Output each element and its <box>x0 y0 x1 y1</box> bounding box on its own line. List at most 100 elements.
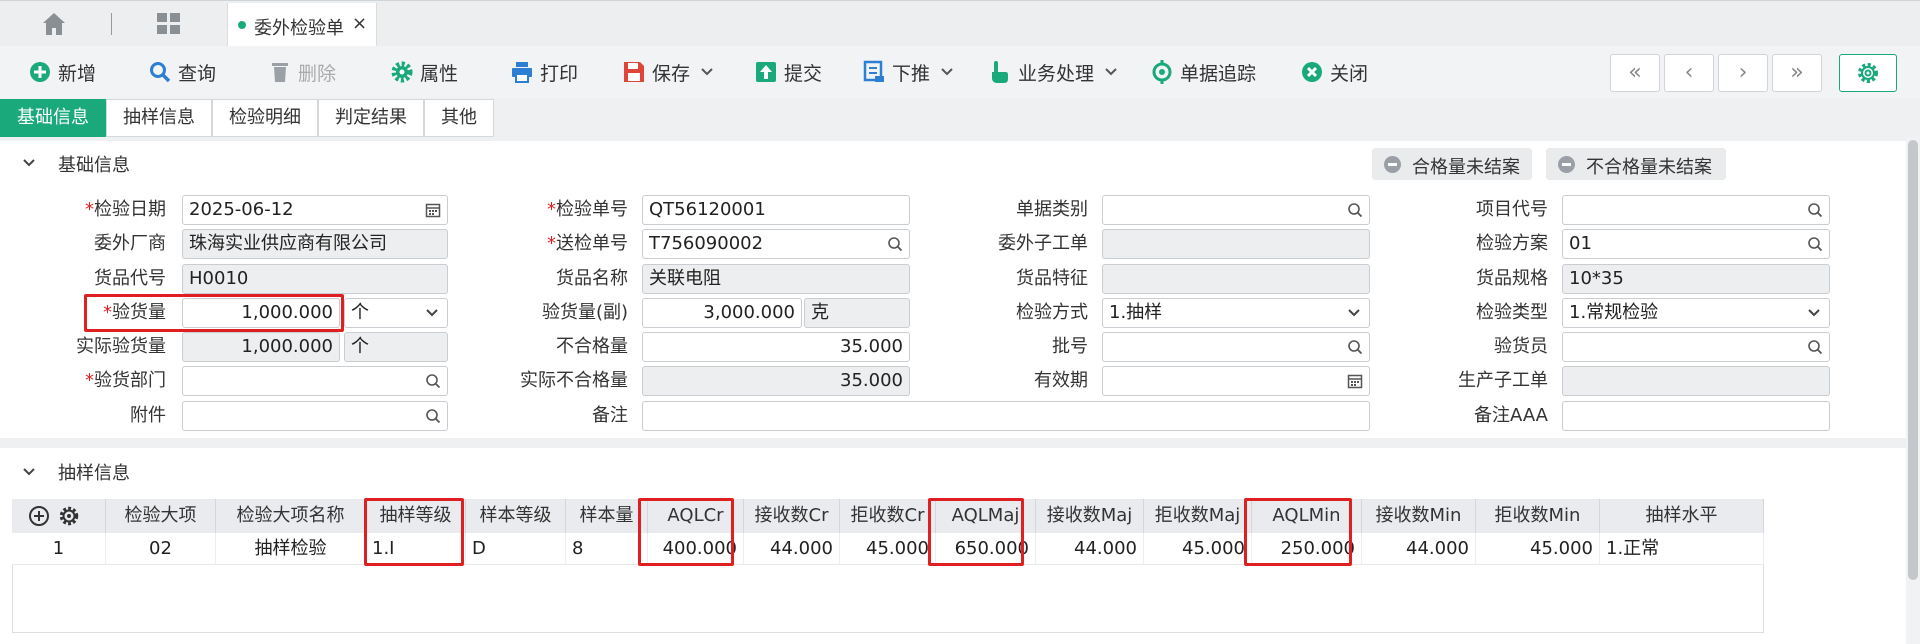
inspect-qty-sub-field[interactable]: 3,000.000 <box>642 298 802 328</box>
close-tab-icon[interactable]: × <box>352 13 367 34</box>
search-icon[interactable] <box>887 236 903 252</box>
search-icon[interactable] <box>1807 202 1823 218</box>
search-icon[interactable] <box>1347 339 1363 355</box>
inspector-label: 验货员 <box>1494 336 1548 357</box>
search-icon[interactable] <box>425 408 441 424</box>
col-header[interactable]: 拒收数Min <box>1476 499 1600 533</box>
scrollbar-thumb[interactable] <box>1908 140 1918 580</box>
prod-work-order-field[interactable] <box>1562 366 1830 396</box>
submit-button[interactable]: 提交 <box>754 58 822 86</box>
properties-button[interactable]: 属性 <box>390 58 458 86</box>
tab-outsourced-inspection[interactable]: 委外检验单 × <box>227 3 377 47</box>
col-header[interactable]: 检验大项名称 <box>216 499 366 533</box>
chevron-down-icon[interactable] <box>22 158 36 168</box>
cell-item-name[interactable]: 抽样检验 <box>216 533 366 565</box>
project-code-field[interactable] <box>1562 195 1830 225</box>
settings-button[interactable] <box>1839 54 1897 92</box>
col-header[interactable]: 检验大项 <box>106 499 216 533</box>
attachment-field[interactable] <box>182 401 448 431</box>
sampling-info-header[interactable]: 抽样信息 <box>0 448 1906 492</box>
actual-qty-unit-field[interactable]: 个 <box>344 332 448 362</box>
calendar-icon[interactable] <box>1347 373 1363 389</box>
calendar-icon[interactable] <box>425 202 441 218</box>
batch-no-field[interactable] <box>1102 332 1370 362</box>
expiry-field[interactable] <box>1102 366 1370 396</box>
cell-acc-cr[interactable]: 44.000 <box>744 533 840 565</box>
pill-ng-qty-open[interactable]: 不合格量未结案 <box>1546 148 1726 180</box>
cell-level[interactable]: 1.正常 <box>1600 533 1764 565</box>
cell-acc-maj[interactable]: 44.000 <box>1036 533 1144 565</box>
gear-icon <box>1858 63 1878 83</box>
inspect-qty-unit-select[interactable]: 个 <box>344 298 448 328</box>
cell-sample-level[interactable]: D <box>466 533 566 565</box>
remark-aaa-field[interactable] <box>1562 401 1830 431</box>
tab-basic-info[interactable]: 基础信息 <box>0 99 106 137</box>
col-header[interactable]: 接收数Maj <box>1036 499 1144 533</box>
pill-ok-qty-open[interactable]: 合格量未结案 <box>1372 148 1532 180</box>
actual-ng-qty-field[interactable]: 35.000 <box>642 366 910 396</box>
cell-acc-min[interactable]: 44.000 <box>1362 533 1476 565</box>
ng-qty-field[interactable]: 35.000 <box>642 332 910 362</box>
close-button[interactable]: 关闭 <box>1300 58 1368 86</box>
inspector-field[interactable] <box>1562 332 1830 362</box>
col-header[interactable]: 拒收数Cr <box>840 499 936 533</box>
cell-rej-cr[interactable]: 45.000 <box>840 533 936 565</box>
scheme-field[interactable]: 01 <box>1562 229 1830 259</box>
chevron-down-icon[interactable] <box>22 467 36 477</box>
col-header[interactable]: 抽样水平 <box>1600 499 1764 533</box>
chevron-down-icon[interactable] <box>940 65 954 79</box>
search-icon[interactable] <box>1807 236 1823 252</box>
search-icon[interactable] <box>425 373 441 389</box>
next-record-button[interactable]: › <box>1718 54 1768 92</box>
search-icon[interactable] <box>1807 339 1823 355</box>
actual-qty-field[interactable]: 1,000.000 <box>182 332 340 362</box>
cell-item[interactable]: 02 <box>106 533 216 565</box>
inspect-no-field[interactable]: QT56120001 <box>642 195 910 225</box>
home-icon[interactable] <box>40 11 68 37</box>
col-header[interactable]: 接收数Min <box>1362 499 1476 533</box>
delete-button[interactable]: 删除 <box>268 58 336 86</box>
doc-type-field[interactable] <box>1102 195 1370 225</box>
active-dot-icon <box>238 21 246 29</box>
cell-sample-size[interactable]: 8 <box>566 533 648 565</box>
tab-sampling-info[interactable]: 抽样信息 <box>106 99 212 137</box>
cell-rej-min[interactable]: 45.000 <box>1476 533 1600 565</box>
inspect-date-field[interactable]: 2025-06-12 <box>182 195 448 225</box>
print-button[interactable]: 打印 <box>510 58 578 86</box>
business-button[interactable]: 业务处理 <box>988 58 1118 86</box>
last-record-button[interactable]: » <box>1772 54 1822 92</box>
col-header[interactable]: 样本量 <box>566 499 648 533</box>
inspect-type-select[interactable]: 1.常规检验 <box>1562 298 1830 328</box>
inspect-qty-sub-unit-field[interactable]: 克 <box>804 298 910 328</box>
item-code-field[interactable]: H0010 <box>182 264 448 294</box>
remark-field[interactable] <box>642 401 1370 431</box>
apps-grid-icon[interactable] <box>156 12 182 36</box>
dept-field[interactable] <box>182 366 448 396</box>
sub-tabs: 基础信息 抽样信息 检验明细 判定结果 其他 <box>0 98 1920 138</box>
search-icon[interactable] <box>1347 202 1363 218</box>
vendor-field[interactable]: 珠海实业供应商有限公司 <box>182 229 448 259</box>
table-row[interactable]: 1 02 抽样检验 1.I D 8 400.000 44.000 45.000 … <box>12 533 1764 565</box>
item-name-field[interactable]: 关联电阻 <box>642 264 910 294</box>
item-feature-field[interactable] <box>1102 264 1370 294</box>
inspect-method-select[interactable]: 1.抽样 <box>1102 298 1370 328</box>
save-button[interactable]: 保存 <box>622 58 714 86</box>
query-button[interactable]: 查询 <box>148 58 216 86</box>
spec-field[interactable]: 10*35 <box>1562 264 1830 294</box>
cell-rej-maj[interactable]: 45.000 <box>1144 533 1252 565</box>
tab-inspection-detail[interactable]: 检验明细 <box>212 99 318 137</box>
new-button[interactable]: 新增 <box>28 58 96 86</box>
first-record-button[interactable]: « <box>1610 54 1660 92</box>
push-down-button[interactable]: 下推 <box>862 58 954 86</box>
tab-other[interactable]: 其他 <box>424 99 494 137</box>
col-header[interactable]: 接收数Cr <box>744 499 840 533</box>
chevron-down-icon[interactable] <box>700 65 714 79</box>
col-header[interactable]: 拒收数Maj <box>1144 499 1252 533</box>
col-header[interactable]: 样本等级 <box>466 499 566 533</box>
sub-work-order-field[interactable] <box>1102 229 1370 259</box>
send-no-field[interactable]: T756090002 <box>642 229 910 259</box>
prev-record-button[interactable]: ‹ <box>1664 54 1714 92</box>
chevron-down-icon[interactable] <box>1104 65 1118 79</box>
tab-judgement[interactable]: 判定结果 <box>318 99 424 137</box>
trace-button[interactable]: 单据追踪 <box>1150 58 1256 86</box>
